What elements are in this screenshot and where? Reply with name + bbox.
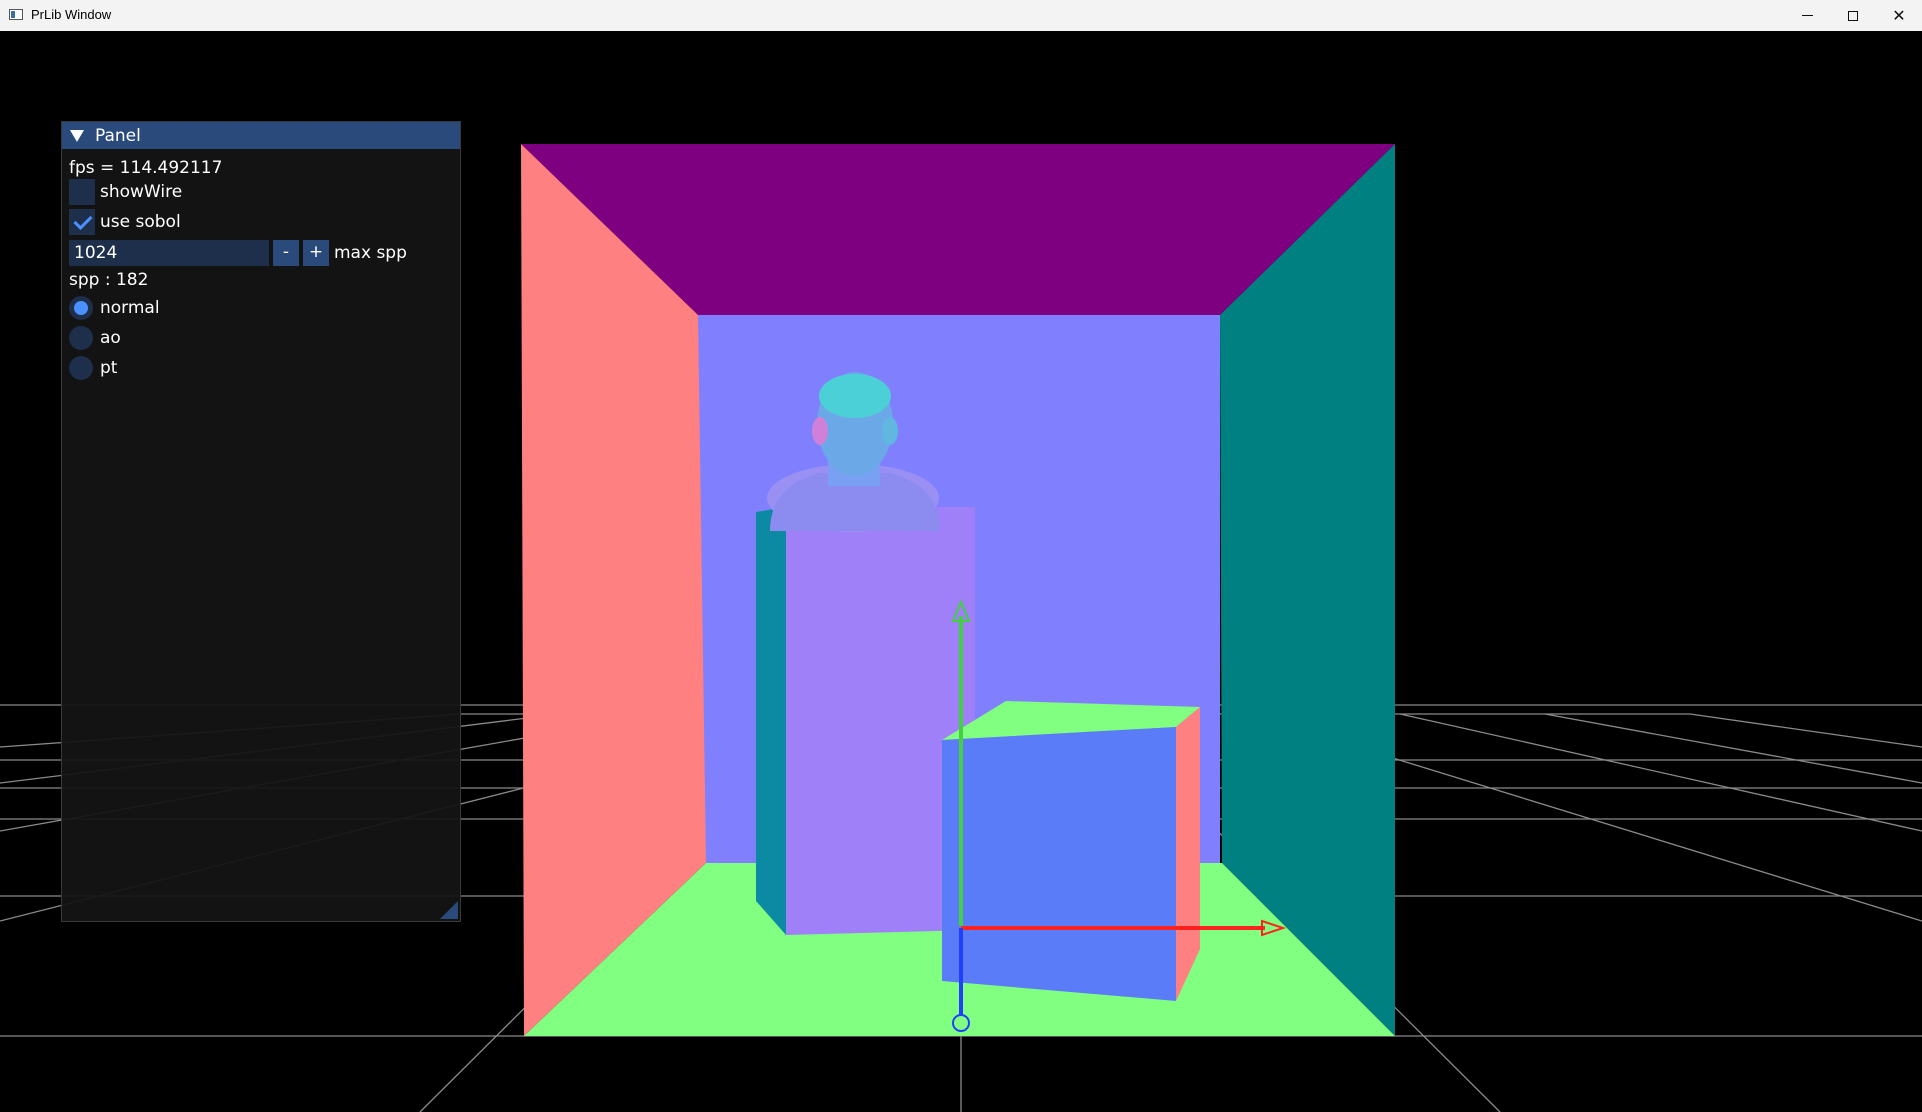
- maximize-icon: [1848, 10, 1858, 21]
- use-sobol-label: use sobol: [100, 212, 181, 232]
- radio-ao[interactable]: [69, 326, 93, 350]
- panel-title: Panel: [95, 125, 141, 146]
- close-button[interactable]: ✕: [1876, 0, 1922, 31]
- title-bar: PrLib Window ✕: [0, 0, 1922, 32]
- short-box-front: [942, 727, 1176, 1001]
- show-wire-checkbox[interactable]: [69, 179, 95, 205]
- tall-box-side: [756, 507, 786, 935]
- minimize-icon: [1801, 15, 1813, 16]
- maximize-button[interactable]: [1830, 0, 1876, 31]
- panel-resize-grip[interactable]: [440, 901, 458, 919]
- spp-readout: spp : 182: [69, 270, 149, 290]
- radio-normal-label: normal: [100, 298, 160, 318]
- window-title: PrLib Window: [31, 7, 112, 22]
- show-wire-label: showWire: [100, 182, 183, 202]
- settings-panel: Panel fps = 114.492117 showWire use sobo…: [61, 121, 461, 922]
- radio-normal[interactable]: [69, 296, 93, 320]
- radio-ao-label: ao: [100, 328, 121, 348]
- max-spp-input[interactable]: 1024: [69, 240, 269, 266]
- radio-pt[interactable]: [69, 356, 93, 380]
- render-viewport[interactable]: Panel fps = 114.492117 showWire use sobo…: [0, 31, 1922, 1112]
- panel-header[interactable]: Panel: [62, 122, 460, 149]
- max-spp-label: max spp: [334, 243, 407, 263]
- app-icon: [9, 9, 23, 20]
- max-spp-plus-button[interactable]: +: [303, 240, 329, 266]
- max-spp-minus-button[interactable]: -: [273, 240, 299, 266]
- use-sobol-checkbox[interactable]: [69, 209, 95, 235]
- close-icon: ✕: [1892, 6, 1906, 25]
- collapse-triangle-icon[interactable]: [70, 129, 84, 142]
- radio-pt-label: pt: [100, 358, 118, 378]
- minimize-button[interactable]: [1784, 0, 1830, 31]
- fps-readout: fps = 114.492117: [69, 158, 223, 178]
